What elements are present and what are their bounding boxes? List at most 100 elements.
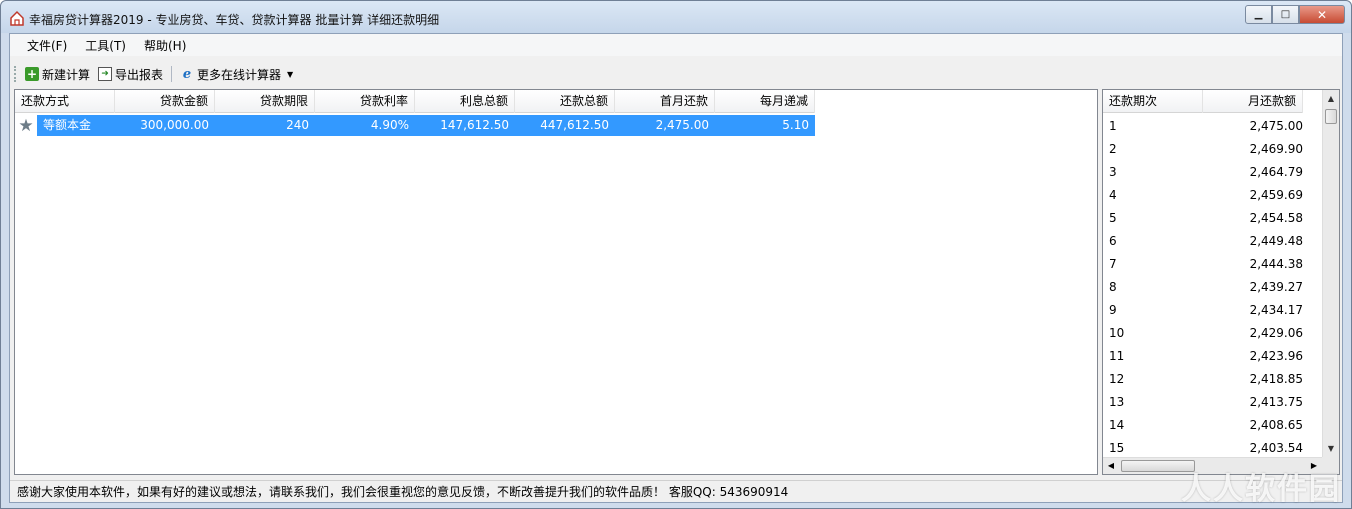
period-cell: 1 — [1109, 119, 1117, 133]
list-item[interactable]: 2 2,469.90 — [1103, 138, 1323, 161]
table-cell: 2,475.00 — [615, 115, 715, 136]
table-cell: 等额本金 — [37, 115, 115, 136]
list-item[interactable]: 11 2,423.96 — [1103, 345, 1323, 368]
list-item[interactable]: 4 2,459.69 — [1103, 184, 1323, 207]
payment-cell: 2,413.75 — [1249, 395, 1303, 409]
scroll-left-icon[interactable]: ◀ — [1103, 458, 1119, 474]
period-cell: 2 — [1109, 142, 1117, 156]
payment-cell: 2,469.90 — [1249, 142, 1303, 156]
payment-cell: 2,444.38 — [1249, 257, 1303, 271]
payment-cell: 2,408.65 — [1249, 418, 1303, 432]
scroll-thumb[interactable] — [1325, 109, 1337, 124]
scroll-down-icon[interactable]: ▼ — [1323, 440, 1339, 457]
list-item[interactable]: 13 2,413.75 — [1103, 391, 1323, 414]
loan-list[interactable]: 还款方式 贷款金额 贷款期限 贷款利率 利息总额 还款总额 首月还款 每月递减 … — [14, 89, 1098, 475]
table-row[interactable]: ★ 等额本金 300,000.00 240 4.90% 147,612.50 4… — [15, 115, 815, 136]
period-cell: 8 — [1109, 280, 1117, 294]
period-cell: 12 — [1109, 372, 1125, 386]
toolbar-grip[interactable] — [14, 66, 17, 82]
schedule-list-header: 还款期次 月还款额 — [1103, 90, 1303, 113]
new-calc-label: 新建计算 — [42, 67, 91, 82]
payment-cell: 2,464.79 — [1249, 165, 1303, 179]
column-header[interactable]: 贷款金额 — [115, 90, 215, 113]
maximize-button[interactable]: □ — [1272, 5, 1299, 24]
watermark: 人人软件园 — [1181, 472, 1341, 507]
column-header[interactable]: 月还款额 — [1203, 90, 1303, 113]
table-cell: 240 — [215, 115, 315, 136]
app-window: 幸福房贷计算器2019 - 专业房贷、车贷、贷款计算器 批量计算 详细还款明细 … — [0, 0, 1352, 509]
list-item[interactable]: 14 2,408.65 — [1103, 414, 1323, 437]
menu-file[interactable]: 文件(F) — [18, 37, 76, 54]
column-header[interactable]: 首月还款 — [615, 90, 715, 113]
table-cell: 147,612.50 — [415, 115, 515, 136]
table-cell: 447,612.50 — [515, 115, 615, 136]
vertical-scrollbar[interactable]: ▲ ▼ — [1322, 90, 1339, 457]
column-header[interactable]: 还款期次 — [1103, 90, 1203, 113]
scroll-up-icon[interactable]: ▲ — [1323, 90, 1339, 107]
close-button[interactable]: ✕ — [1299, 5, 1345, 24]
menu-help[interactable]: 帮助(H) — [135, 37, 195, 54]
list-item[interactable]: 6 2,449.48 — [1103, 230, 1323, 253]
toolbar: + 新建计算 ➜ 导出报表 e 更多在线计算器 ▼ — [10, 61, 1342, 87]
period-cell: 11 — [1109, 349, 1125, 363]
column-header[interactable]: 还款方式 — [15, 90, 115, 113]
payment-cell: 2,439.27 — [1249, 280, 1303, 294]
period-cell: 13 — [1109, 395, 1125, 409]
maximize-icon: □ — [1280, 9, 1291, 20]
window-controls: ▁ □ ✕ — [1245, 5, 1345, 25]
new-calc-button[interactable]: + 新建计算 — [21, 63, 94, 85]
list-item[interactable]: 10 2,429.06 — [1103, 322, 1323, 345]
column-header[interactable]: 还款总额 — [515, 90, 615, 113]
list-item[interactable]: 9 2,434.17 — [1103, 299, 1323, 322]
table-cell: 300,000.00 — [115, 115, 215, 136]
payment-cell: 2,423.96 — [1249, 349, 1303, 363]
payment-cell: 2,475.00 — [1249, 119, 1303, 133]
more-online-label: 更多在线计算器 — [197, 67, 282, 82]
list-item[interactable]: 7 2,444.38 — [1103, 253, 1323, 276]
menu-tools[interactable]: 工具(T) — [76, 37, 135, 54]
toolbar-separator — [171, 66, 173, 82]
period-cell: 14 — [1109, 418, 1125, 432]
title-bar[interactable]: 幸福房贷计算器2019 - 专业房贷、车贷、贷款计算器 批量计算 详细还款明细 … — [1, 1, 1351, 33]
list-item[interactable]: 1 2,475.00 — [1103, 115, 1323, 138]
house-icon — [10, 10, 24, 26]
period-cell: 3 — [1109, 165, 1117, 179]
chevron-down-icon: ▼ — [287, 69, 294, 79]
payment-cell: 2,454.58 — [1249, 211, 1303, 225]
column-header[interactable]: 利息总额 — [415, 90, 515, 113]
column-header[interactable]: 贷款期限 — [215, 90, 315, 113]
export-report-button[interactable]: ➜ 导出报表 — [94, 63, 167, 85]
period-cell: 7 — [1109, 257, 1117, 271]
period-cell: 6 — [1109, 234, 1117, 248]
star-icon: ★ — [18, 115, 34, 136]
ie-icon: e — [182, 66, 192, 82]
payment-cell: 2,429.06 — [1249, 326, 1303, 340]
list-item[interactable]: 12 2,418.85 — [1103, 368, 1323, 391]
minimize-button[interactable]: ▁ — [1245, 5, 1272, 24]
list-item[interactable]: 3 2,464.79 — [1103, 161, 1323, 184]
column-header[interactable]: 贷款利率 — [315, 90, 415, 113]
export-icon: ➜ — [98, 67, 113, 81]
plus-icon: + — [25, 67, 39, 81]
column-header[interactable]: 每月递减 — [715, 90, 815, 113]
close-icon: ✕ — [1316, 7, 1328, 22]
client-area: 文件(F) 工具(T) 帮助(H) + 新建计算 ➜ 导出报表 e 更多在线计算… — [9, 33, 1343, 503]
payment-cell: 2,434.17 — [1249, 303, 1303, 317]
table-cell: 5.10 — [715, 115, 815, 136]
export-report-label: 导出报表 — [115, 67, 164, 82]
schedule-rows: 1 2,475.00 2 2,469.90 3 2,464.79 4 2,459.69 5 2,4… — [1103, 115, 1323, 460]
period-cell: 9 — [1109, 303, 1117, 317]
loan-list-header: 还款方式 贷款金额 贷款期限 贷款利率 利息总额 还款总额 首月还款 每月递减 — [15, 90, 815, 113]
list-item[interactable]: 5 2,454.58 — [1103, 207, 1323, 230]
payment-cell: 2,418.85 — [1249, 372, 1303, 386]
list-item[interactable]: 8 2,439.27 — [1103, 276, 1323, 299]
payment-cell: 2,459.69 — [1249, 188, 1303, 202]
status-bar: 感谢大家使用本软件，如果有好的建议或想法，请联系我们，我们会很重视您的意见反馈，… — [10, 480, 1342, 502]
menu-bar: 文件(F) 工具(T) 帮助(H) — [10, 34, 1342, 56]
period-cell: 5 — [1109, 211, 1117, 225]
more-online-dropdown[interactable]: e 更多在线计算器 ▼ — [176, 63, 297, 85]
window-title: 幸福房贷计算器2019 - 专业房贷、车贷、贷款计算器 批量计算 详细还款明细 — [29, 13, 440, 27]
payment-cell: 2,449.48 — [1249, 234, 1303, 248]
schedule-list[interactable]: 还款期次 月还款额 1 2,475.00 2 2,469.90 3 2,464.79 4 2,… — [1102, 89, 1340, 475]
table-cell: 4.90% — [315, 115, 415, 136]
